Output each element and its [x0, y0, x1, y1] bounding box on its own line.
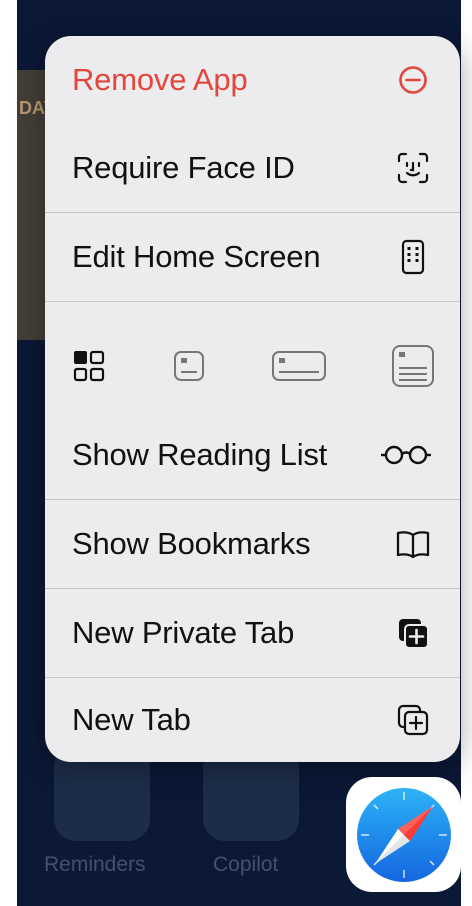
new-tab-item[interactable]: New Tab: [45, 678, 460, 762]
widget-large-icon[interactable]: [391, 344, 435, 388]
widget-size-picker: [45, 326, 460, 406]
widget-grid-icon[interactable]: [71, 348, 107, 384]
reminders-label: Reminders: [44, 853, 146, 876]
edit-home-screen-label: Edit Home Screen: [72, 239, 321, 274]
book-icon: [393, 524, 433, 564]
glasses-icon: [379, 435, 433, 475]
new-tab-icon: [393, 700, 433, 740]
edit-home-screen-item[interactable]: Edit Home Screen: [45, 213, 460, 301]
remove-app-item[interactable]: Remove App: [45, 36, 460, 124]
show-reading-list-item[interactable]: Show Reading List: [45, 411, 460, 499]
widget-small-icon[interactable]: [171, 348, 207, 384]
face-id-icon: [393, 148, 433, 188]
require-face-id-label: Require Face ID: [72, 150, 295, 185]
widget-medium-icon[interactable]: [271, 348, 327, 384]
show-reading-list-label: Show Reading List: [72, 437, 328, 472]
safari-app-icon[interactable]: [346, 777, 461, 892]
compass-icon: [356, 787, 451, 882]
minus-circle-icon: [393, 60, 433, 100]
new-tab-label: New Tab: [72, 702, 191, 737]
divider: [45, 301, 460, 302]
show-bookmarks-label: Show Bookmarks: [72, 526, 311, 561]
remove-app-label: Remove App: [72, 62, 248, 97]
context-menu: Remove App Require Face ID Edit Home Scr…: [45, 36, 460, 762]
new-private-tab-item[interactable]: New Private Tab: [45, 589, 460, 677]
copilot-label: Copilot: [213, 853, 279, 876]
phone-icon: [393, 237, 433, 277]
show-bookmarks-item[interactable]: Show Bookmarks: [45, 500, 460, 588]
new-private-tab-label: New Private Tab: [72, 615, 295, 650]
require-face-id-item[interactable]: Require Face ID: [45, 124, 460, 212]
private-tab-icon: [393, 613, 433, 653]
